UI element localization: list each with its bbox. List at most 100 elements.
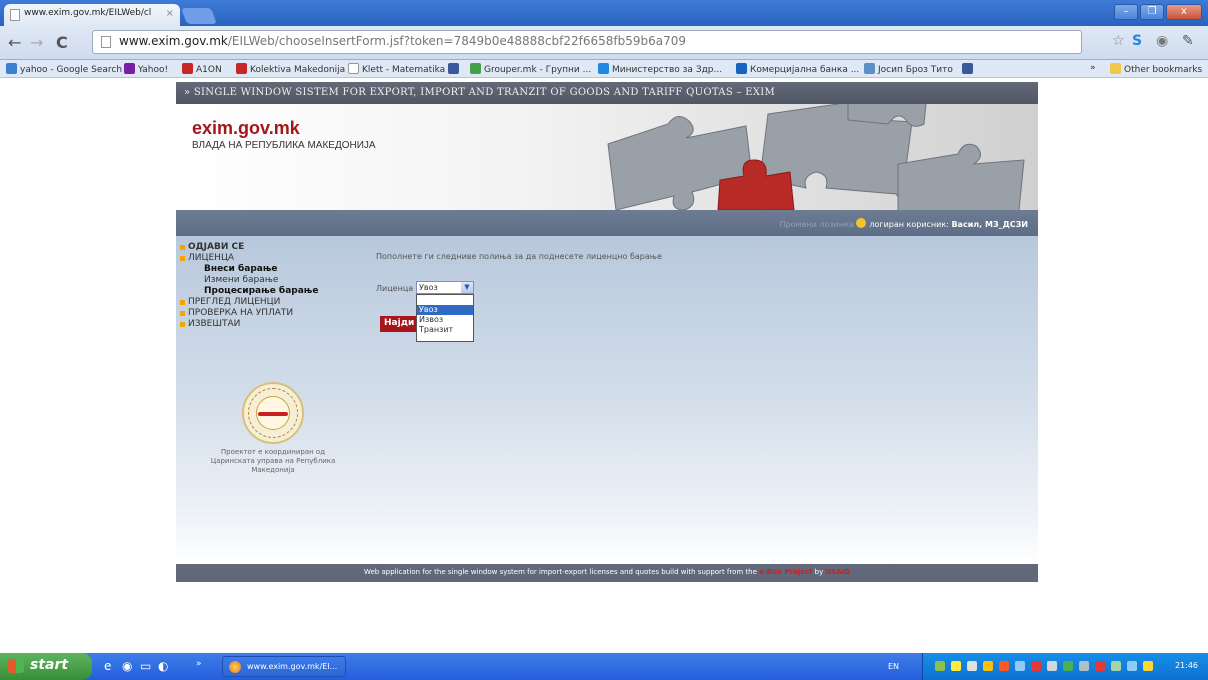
clock[interactable]: 21:46 [1175,661,1198,670]
bookmark-6[interactable]: Grouper.mk - Групни ... [470,63,591,75]
bookmark-label: Министерство за Здр... [612,65,723,75]
bookmark-4[interactable]: Klett - Matematika [348,63,445,75]
yahoo-icon [124,63,135,74]
license-field-label: Лиценца [376,284,414,293]
bookmark-7[interactable]: Министерство за Здр... [598,63,722,75]
site-logo[interactable]: exim.gov.mk [192,118,300,139]
tray-icon[interactable] [1031,661,1041,671]
address-bar[interactable]: www.exim.gov.mk/EILWeb/chooseInsertForm.… [92,30,1082,54]
footer: Web application for the single window sy… [176,564,1038,582]
user-name: Васил, МЗ_ДСЗИ [951,220,1028,229]
option-export[interactable]: Извоз [417,315,473,325]
menu-item-reports[interactable]: ИЗВЕШТАИ [180,319,319,330]
chrome-icon[interactable]: ◉ [122,659,132,673]
network-icon[interactable] [1079,661,1089,671]
tray-icon[interactable] [1095,661,1105,671]
bookmark-0[interactable]: yahoo - Google Search [6,63,122,75]
usaid-link[interactable]: USAID [825,568,850,576]
user-label: логиран корисник: [869,220,952,229]
bookmark-10[interactable] [962,63,976,75]
option-empty[interactable] [417,295,473,305]
windows-logo-icon [8,659,24,673]
tray-icon[interactable] [983,661,993,671]
bookmark-label: Kolektiva Makedonija [250,65,346,75]
desktop-icon[interactable]: ▭ [140,659,151,673]
quicklaunch-chevron-icon[interactable]: » [196,659,202,669]
page-icon [348,63,359,74]
chrome-icon [229,661,241,673]
other-bookmarks[interactable]: Other bookmarks [1110,63,1202,75]
bookmark-label: yahoo - Google Search [20,65,123,75]
eye-icon[interactable]: ◉ [1156,33,1168,49]
maximize-button[interactable]: ❐ [1140,4,1164,20]
tray-icon[interactable] [1015,661,1025,671]
egov-project-link[interactable]: e-Gov Project [759,568,812,576]
tab-title: www.exim.gov.mk/EILWeb/cl [24,8,152,18]
new-tab-button[interactable] [181,8,217,24]
seal-mark [258,412,288,416]
bookmark-2[interactable]: A1ON [182,63,222,75]
language-indicator[interactable]: EN [888,662,899,671]
url-domain: www.exim.gov.mk [119,34,228,48]
back-arrow-icon[interactable]: ← [8,33,21,52]
tray-icon[interactable] [935,661,945,671]
volume-icon[interactable] [1047,661,1057,671]
option-import[interactable]: Увоз [417,305,473,315]
menu-item-license-overview[interactable]: ПРЕГЛЕД ЛИЦЕНЦИ [180,297,319,308]
user-bar: Промени лозинка логиран корисник: Васил,… [176,210,1038,236]
skype-icon[interactable]: S [1132,33,1142,49]
bookmark-8[interactable]: Комерцијална банка ... [736,63,859,75]
tray-icon[interactable] [1143,661,1153,671]
taskbar-chrome-window[interactable]: www.exim.gov.mk/EI... [222,656,346,677]
reload-icon[interactable]: C [56,33,68,52]
select-value: Увоз [419,283,438,292]
license-type-select[interactable]: Увоз ▼ [416,281,474,294]
tab-close-icon[interactable]: × [166,8,174,19]
puzzle-graphic [607,104,1025,210]
star-icon[interactable]: ☆ [1112,33,1125,49]
bookmark-5[interactable] [448,63,462,75]
minimize-button[interactable]: – [1114,4,1138,20]
bookmark-9[interactable]: Јосип Броз Тито [864,63,953,75]
bookmark-label: Klett - Matematika [362,65,446,75]
media-icon[interactable]: ◐ [158,659,168,673]
menu-item-submit-request[interactable]: Внеси барање [180,264,319,275]
grouper-icon [470,63,481,74]
menu-item-license[interactable]: ЛИЦЕНЦА [180,253,319,264]
folder-icon [1110,63,1121,74]
license-type-dropdown: Увоз Извоз Транзит [416,294,474,342]
close-window-button[interactable]: x [1166,4,1202,20]
tray-icon[interactable] [1127,661,1137,671]
ministry-icon [598,63,609,74]
tray-icon[interactable] [1063,661,1073,671]
page-icon [10,9,20,21]
ie-icon[interactable]: e [104,659,111,673]
menu-item-process-request[interactable]: Процесирање барање [180,286,319,297]
forward-arrow-icon[interactable]: → [30,33,43,52]
change-password-link[interactable]: Промени лозинка [779,220,853,229]
option-transit[interactable]: Транзит [417,325,473,335]
page-icon [101,36,111,48]
tray-icon[interactable] [951,661,961,671]
start-button[interactable]: start [0,653,92,680]
bookmark-3[interactable]: Kolektiva Makedonija [236,63,345,75]
chevron-down-icon[interactable]: ▼ [461,282,473,293]
bookmark-1[interactable]: Yahoo! [124,63,168,75]
menu-item-payment-check[interactable]: ПРОВЕРКА НА УПЛАТИ [180,308,319,319]
menu-item-edit-request[interactable]: Измени барање [180,275,319,286]
browser-tab[interactable]: www.exim.gov.mk/EILWeb/cl × [4,4,180,26]
main-content: ОДЈАВИ СЕ ЛИЦЕНЦА Внеси барање Измени ба… [176,236,1038,564]
tray-icon[interactable] [1111,661,1121,671]
window-controls: – ❐ x [1114,4,1202,20]
menu-item-logout[interactable]: ОДЈАВИ СЕ [180,242,319,253]
bookmarks-chevron-icon[interactable]: » [1090,63,1096,73]
title-bar: www.exim.gov.mk/EILWeb/cl × – ❐ x [0,0,1208,26]
tray-icon[interactable] [999,661,1009,671]
bookmark-label: Јосип Броз Тито [878,65,953,75]
tray-icon[interactable] [967,661,977,671]
navigation-bar: ← → C www.exim.gov.mk/EILWeb/chooseInser… [0,26,1208,60]
header-strip: » SINGLE WINDOW SISTEM FOR EXPORT, IMPOR… [176,82,1038,104]
seal-caption: Проектот е координиран од Царинската упр… [210,448,336,474]
kolektiva-icon [236,63,247,74]
wrench-icon[interactable]: ✎ [1182,33,1194,49]
